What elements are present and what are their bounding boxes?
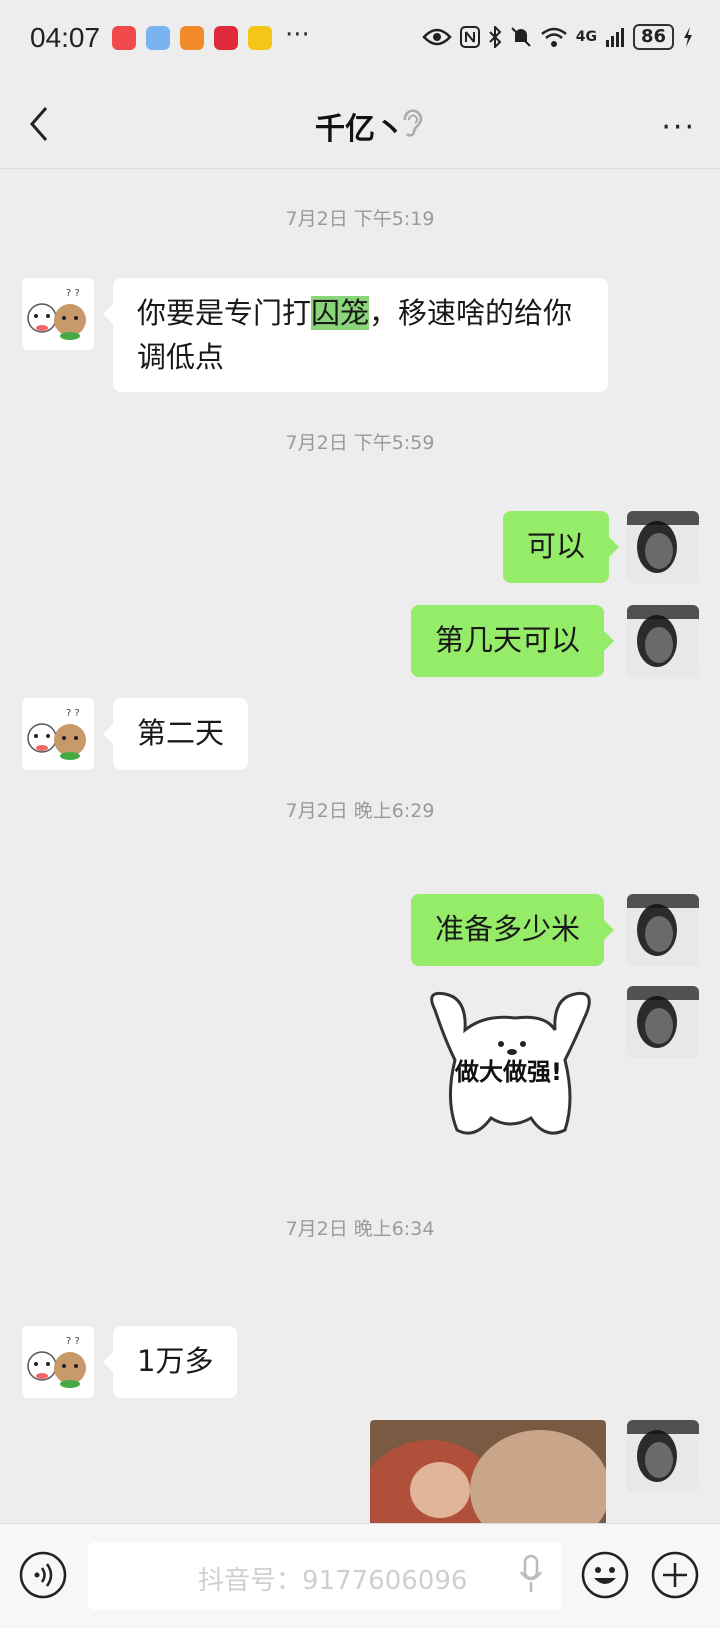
app-notification-icon <box>214 26 238 50</box>
contact-avatar[interactable]: ? ? <box>22 1326 94 1398</box>
ear-icon <box>403 109 423 137</box>
my-avatar[interactable] <box>627 986 699 1058</box>
my-avatar[interactable] <box>627 1420 699 1492</box>
more-notifications-icon: ··· <box>285 20 310 50</box>
svg-text:? ?: ? ? <box>66 1336 80 1347</box>
contact-avatar[interactable]: ? ? <box>22 278 94 350</box>
sticker-message[interactable]: 做大做强! <box>415 990 605 1150</box>
svg-text:? ?: ? ? <box>66 708 80 719</box>
charging-icon <box>684 27 692 47</box>
watermark-text: 抖音号：9177606096 <box>198 1566 468 1596</box>
my-avatar[interactable] <box>627 894 699 966</box>
my-avatar[interactable] <box>627 511 699 583</box>
signal-icon <box>605 28 624 47</box>
incoming-message[interactable]: 第二天 <box>102 698 249 770</box>
incoming-message[interactable]: 1万多 <box>102 1326 238 1398</box>
eye-icon <box>421 28 452 46</box>
chat-title: 千亿丶 <box>315 112 405 147</box>
more-icon[interactable]: ··· <box>661 110 696 145</box>
voice-icon[interactable] <box>18 1550 68 1600</box>
message-text: 第几天可以 <box>435 623 581 657</box>
contact-avatar[interactable]: ? ? <box>22 698 94 770</box>
message-text: 第二天 <box>137 716 225 750</box>
app-notification-icon <box>248 26 272 50</box>
sticker-caption: 做大做强! <box>455 1058 562 1086</box>
app-notification-icon <box>180 26 204 50</box>
message-timestamp: 7月2日 晚上6:34 <box>285 1218 435 1240</box>
notification-icons <box>112 26 272 50</box>
message-text: 1万多 <box>137 1344 214 1378</box>
status-indicators: 4G 86 <box>421 24 694 50</box>
message-list[interactable]: 7月2日 下午5:19 ? ? 你要是专门打囚笼，移速啥的给你调低点 7月2日 … <box>0 168 720 1523</box>
message-text: 可以 <box>527 529 586 563</box>
network-type: 4G <box>575 29 597 45</box>
image-message[interactable] <box>370 1420 606 1523</box>
app-notification-icon <box>146 26 170 50</box>
my-avatar[interactable] <box>627 605 699 677</box>
status-time: 04:07 <box>30 22 101 53</box>
mic-icon <box>519 1554 543 1592</box>
svg-text:? ?: ? ? <box>66 288 80 299</box>
outgoing-message[interactable]: 第几天可以 <box>411 605 615 677</box>
bluetooth-icon <box>488 26 502 48</box>
app-notification-icon <box>112 26 136 50</box>
nfc-icon <box>459 26 480 48</box>
highlighted-keyword[interactable]: 囚笼 <box>311 296 370 330</box>
message-timestamp: 7月2日 下午5:19 <box>285 208 435 230</box>
mute-bell-icon <box>510 27 531 47</box>
input-bar: 抖音号：9177606096 <box>0 1523 720 1628</box>
message-timestamp: 7月2日 下午5:59 <box>285 432 435 454</box>
message-text: 准备多少米 <box>435 912 581 946</box>
outgoing-message[interactable]: 准备多少米 <box>411 894 615 966</box>
message-timestamp: 7月2日 晚上6:29 <box>285 800 435 822</box>
message-text: ，移速啥的给你 <box>369 296 573 330</box>
message-text: 调低点 <box>137 340 225 374</box>
outgoing-message[interactable]: 可以 <box>503 511 620 583</box>
message-text: 你要是专门打 <box>137 296 312 330</box>
status-bar: 04:07 ··· 4G 86 <box>0 0 720 80</box>
wifi-icon <box>540 27 567 47</box>
chat-header: 千亿丶 ··· <box>0 80 720 169</box>
plus-icon[interactable] <box>650 1550 700 1600</box>
incoming-message[interactable]: 你要是专门打囚笼，移速啥的给你调低点 <box>103 278 608 392</box>
battery-level: 86 <box>632 24 674 50</box>
emoji-icon[interactable] <box>580 1550 630 1600</box>
